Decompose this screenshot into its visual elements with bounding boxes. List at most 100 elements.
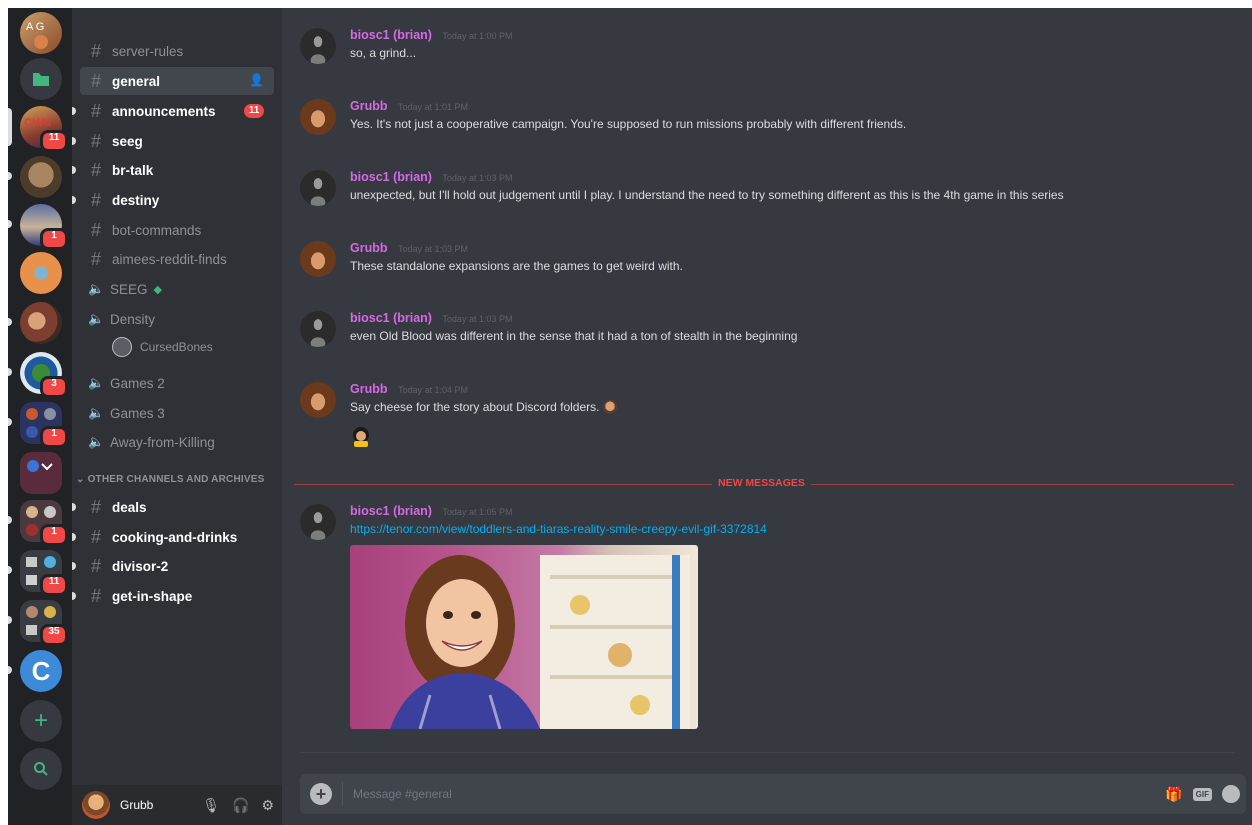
chevron-down-icon: ⌄ — [76, 474, 88, 485]
hash-icon: # — [90, 555, 101, 576]
message-author[interactable]: biosc1 (brian) — [350, 170, 432, 184]
server-folder-d-icon[interactable]: 11 — [8, 550, 68, 596]
message-author[interactable]: Grubb — [350, 241, 388, 255]
hash-icon: # — [90, 496, 101, 517]
emoji-picker-icon[interactable] — [1222, 785, 1240, 803]
avatar[interactable] — [300, 311, 336, 347]
voice-channel-seeg[interactable]: 🔈 SEEG ◆ — [80, 275, 274, 303]
selected-server-pip — [8, 108, 12, 146]
hash-icon: # — [90, 100, 101, 121]
channel-divisor-2[interactable]: # divisor-2 — [72, 552, 274, 580]
message-author[interactable]: biosc1 (brian) — [350, 311, 432, 325]
server-folder-c-icon[interactable]: 1 — [8, 500, 68, 546]
svg-text:CHAI: CHAI — [24, 117, 51, 129]
server-folder-e-icon[interactable]: 35 — [8, 600, 68, 646]
server-dog-icon[interactable] — [8, 156, 62, 198]
channel-sidebar: # server-rules # general 👤 # announcemen… — [72, 8, 282, 825]
message-link[interactable]: https://tenor.com/view/toddlers-and-tiar… — [350, 522, 767, 536]
mention-badge: 1 — [40, 228, 68, 250]
invite-icon[interactable]: 👤 — [249, 73, 264, 87]
hash-icon: # — [90, 70, 101, 91]
avatar[interactable] — [300, 99, 336, 135]
microphone-icon[interactable]: 🎙 — [202, 797, 220, 814]
mention-badge: 11 — [40, 574, 68, 596]
avatar[interactable] — [300, 241, 336, 277]
voice-channel-games-2[interactable]: 🔈 Games 2 — [80, 369, 274, 397]
headphones-icon[interactable]: 🎧 — [232, 797, 249, 814]
avatar[interactable] — [300, 382, 336, 418]
gear-icon[interactable]: ⚙ — [261, 797, 274, 814]
explore-servers-button[interactable] — [20, 748, 62, 790]
channel-deals[interactable]: # deals — [72, 493, 274, 521]
message-timestamp: Today at 1:05 PM — [442, 507, 513, 517]
mention-badge: 11 — [244, 104, 264, 118]
hash-icon: # — [90, 40, 101, 61]
message-author[interactable]: Grubb — [350, 99, 388, 113]
voice-channel-away-from-killing[interactable]: 🔈 Away-from-Killing — [80, 428, 274, 456]
message-input[interactable] — [351, 786, 1115, 802]
message-timestamp: Today at 1:03 PM — [442, 173, 513, 183]
message-text-wrap: Say cheese for the story about Discord f… — [350, 400, 618, 414]
hash-icon: # — [90, 159, 101, 180]
server-orange-icon[interactable] — [20, 252, 62, 294]
speaker-icon: 🔈 — [88, 434, 105, 449]
channel-seeg[interactable]: # seeg — [72, 127, 274, 155]
avatar[interactable] — [300, 28, 336, 64]
avatar[interactable] — [300, 504, 336, 540]
avatar — [112, 337, 132, 357]
hash-icon: # — [90, 219, 101, 240]
server-1-icon[interactable]: A G — [20, 12, 62, 54]
voice-channel-density[interactable]: 🔈 Density — [80, 305, 274, 333]
message-timestamp: Today at 1:03 PM — [442, 314, 513, 324]
upload-plus-icon[interactable]: + — [310, 783, 332, 805]
server-folder-b-icon[interactable] — [20, 452, 62, 494]
channel-cooking-and-drinks[interactable]: # cooking-and-drinks — [72, 523, 274, 551]
server-group-photo-icon[interactable] — [8, 302, 62, 344]
avatar[interactable] — [82, 791, 110, 819]
server-meme-icon[interactable]: 1 — [8, 204, 68, 250]
speaker-icon: 🔈 — [88, 281, 105, 296]
channel-destiny[interactable]: # destiny — [72, 186, 274, 214]
channel-server-rules[interactable]: # server-rules — [80, 37, 274, 65]
girl-smiling-image — [390, 555, 690, 729]
channel-bot-commands[interactable]: # bot-commands — [80, 216, 274, 244]
gift-icon[interactable]: 🎁 — [1165, 786, 1182, 803]
message-text: even Old Blood was different in the sens… — [350, 329, 798, 343]
channel-get-in-shape[interactable]: # get-in-shape — [72, 582, 274, 610]
cheese-face-emoji-icon — [603, 400, 618, 414]
voice-channel-games-3[interactable]: 🔈 Games 3 — [80, 399, 274, 427]
channel-br-talk[interactable]: # br-talk — [72, 156, 274, 184]
server-c-icon[interactable]: C — [8, 650, 62, 692]
message-timestamp: Today at 1:00 PM — [442, 31, 513, 41]
hash-icon: # — [90, 248, 101, 269]
plus-icon: + — [33, 707, 48, 734]
custom-emoji-icon — [353, 427, 369, 447]
server-globe-icon[interactable]: 3 — [8, 352, 68, 398]
channel-general[interactable]: # general 👤 — [80, 67, 274, 95]
gif-embed[interactable] — [350, 545, 698, 729]
message-author[interactable]: Grubb — [350, 382, 388, 396]
message-author[interactable]: biosc1 (brian) — [350, 504, 432, 518]
category-header[interactable]: ⌄ OTHER CHANNELS AND ARCHIVES — [76, 474, 264, 485]
speaker-icon: 🔈 — [88, 405, 105, 420]
speaker-icon: 🔈 — [88, 311, 105, 326]
message-text: unexpected, but I'll hold out judgement … — [350, 188, 1064, 202]
channel-aimees-reddit-finds[interactable]: # aimees-reddit-finds — [80, 245, 274, 273]
add-server-button[interactable]: + — [20, 700, 62, 742]
server-folder-a-icon[interactable]: 1 — [8, 402, 68, 448]
avatar[interactable] — [300, 170, 336, 206]
channel-announcements[interactable]: # announcements 11 — [72, 97, 274, 125]
username: Grubb — [120, 798, 154, 812]
hash-icon: # — [90, 130, 101, 151]
message-timestamp: Today at 1:04 PM — [397, 385, 468, 395]
server-chair-icon[interactable]: CHAI 11 — [8, 106, 68, 152]
message-author[interactable]: biosc1 (brian) — [350, 28, 432, 42]
mention-badge: 1 — [40, 524, 68, 546]
hash-icon: # — [90, 526, 101, 547]
chat-panel: biosc1 (brian) Today at 1:00 PM so, a gr… — [282, 8, 1252, 825]
mention-badge: 1 — [40, 426, 68, 448]
gif-button[interactable]: GIF — [1192, 787, 1212, 801]
home-folder-icon[interactable] — [20, 58, 62, 100]
voice-user-cursedbones[interactable]: CursedBones — [112, 335, 213, 359]
server-rail: A G CHAI 11 1 3 1 1 11 35 C + — [8, 8, 72, 825]
